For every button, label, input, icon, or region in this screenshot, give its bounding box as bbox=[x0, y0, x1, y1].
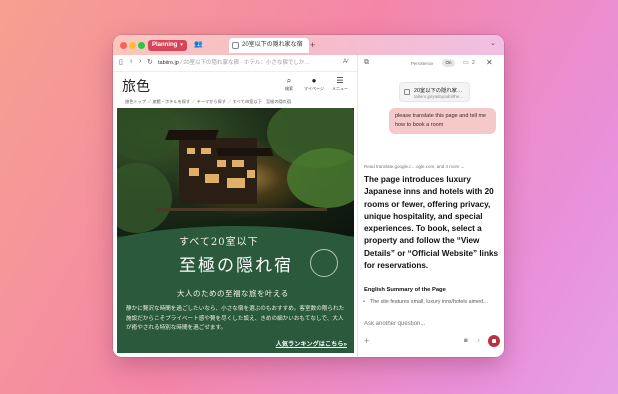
ranking-link[interactable]: 人気ランキングはこちら» bbox=[276, 339, 347, 348]
browser-window: Planning ▾ 👥 20室以下の隠れ家な宿 + ⌄ ▯ ‹ › ↻ tabi… bbox=[113, 35, 504, 357]
chevron-down-icon: ▾ bbox=[180, 42, 183, 48]
forward-arrow-icon[interactable]: › bbox=[139, 58, 141, 65]
page-icon bbox=[404, 89, 410, 95]
hero-body: 静かに贅沢な時間を過ごしたいなら、小さな宿を選ぶのもおすすめ。客室数の限られた施… bbox=[126, 306, 345, 331]
search-button[interactable]: ⌕ 検索 bbox=[279, 76, 299, 92]
new-tab-button[interactable]: + bbox=[310, 38, 315, 53]
mypage-label: マイページ bbox=[304, 86, 324, 91]
ask-input[interactable] bbox=[364, 321, 498, 327]
users-icon[interactable]: 👥 bbox=[194, 40, 204, 50]
persistence-label: Persistence bbox=[411, 61, 434, 66]
address-bar[interactable]: tabiiro.jp / 20室以下の隠れ家な宿 · ホテル：小さな宿でしか… bbox=[158, 58, 343, 69]
close-icon[interactable]: ✕ bbox=[486, 58, 493, 67]
translate-icon[interactable]: A⁄ bbox=[343, 59, 348, 65]
context-page-card[interactable]: 20室以下の隠れ家… tabiiro.jp/yadoyado/the… bbox=[399, 82, 470, 102]
tab-count: 2 bbox=[472, 60, 475, 66]
hero-lead: 大人のための至福な旅を叶える bbox=[177, 289, 289, 298]
back-arrow-icon[interactable]: ‹ bbox=[130, 58, 132, 65]
zoom-window-button[interactable] bbox=[138, 42, 145, 49]
user-message: please translate this page and tell me h… bbox=[389, 108, 496, 134]
hero-banner: すべて20室以下 至極の隠れ宿 大人のための至福な旅を叶える 静かに贅沢な時間を… bbox=[117, 108, 354, 353]
tab-overview-chevron-icon[interactable]: ⌄ bbox=[490, 39, 496, 47]
site-logo[interactable]: 旅色 bbox=[122, 76, 150, 96]
close-window-button[interactable] bbox=[120, 42, 127, 49]
moon-icon bbox=[310, 249, 338, 277]
hero-title: 至極の隠れ宿 bbox=[179, 256, 293, 276]
space-selector[interactable]: Planning ▾ bbox=[148, 40, 187, 51]
context-url: tabiiro.jp/yadoyado/the… bbox=[414, 94, 464, 99]
tabs-icon[interactable]: ▭ bbox=[463, 59, 469, 66]
search-label: 検索 bbox=[285, 86, 293, 91]
hamburger-icon: ☰ bbox=[336, 76, 344, 85]
breadcrumb[interactable]: 旅色トップ ／ 旅館・ホテルを探す ／ テーマから探す ／ すべて20室以下 至… bbox=[125, 99, 291, 105]
tab-title: 20室以下の隠れ家な宿 bbox=[242, 42, 303, 48]
minimize-window-button[interactable] bbox=[129, 42, 136, 49]
favicon-icon bbox=[232, 42, 239, 49]
panel-header: ⧉ Persistence On ▭ 2 ✕ bbox=[358, 55, 504, 72]
space-label: Planning bbox=[152, 42, 178, 48]
mypage-button[interactable]: ● マイページ bbox=[304, 76, 324, 92]
context-title: 20室以下の隠れ家… bbox=[414, 88, 463, 94]
persistence-toggle[interactable]: On bbox=[442, 59, 455, 67]
hero-subtitle: すべて20室以下 bbox=[179, 237, 259, 248]
browser-toolbar: ▯ ‹ › ↻ tabiiro.jp / 20室以下の隠れ家な宿 · ホテル：小… bbox=[113, 55, 357, 72]
reload-icon[interactable]: ↻ bbox=[147, 58, 153, 66]
hero-photo bbox=[117, 108, 354, 236]
menu-button[interactable]: ☰ メニュー bbox=[330, 76, 350, 92]
web-page: 旅色 ⌕ 検索 ● マイページ ☰ メニュー 旅色トップ ／ 旅館・ホテルを探す… bbox=[113, 72, 357, 357]
search-icon: ⌕ bbox=[286, 76, 292, 85]
title-bar: Planning ▾ 👥 20室以下の隠れ家な宿 + ⌄ bbox=[113, 35, 504, 55]
url-path: / 20室以下の隠れ家な宿 · ホテル：小さな宿でしか… bbox=[180, 60, 310, 66]
open-in-window-icon[interactable]: ⧉ bbox=[364, 59, 369, 67]
url-host: tabiiro.jp bbox=[158, 60, 179, 66]
sidebar-toggle-icon[interactable]: ▯ bbox=[119, 58, 123, 66]
user-icon: ● bbox=[311, 76, 317, 85]
assistant-panel: ⧉ Persistence On ▭ 2 ✕ 20室以下の隠れ家… tabiir… bbox=[358, 55, 504, 357]
tab-active[interactable]: 20室以下の隠れ家な宿 bbox=[229, 38, 309, 53]
menu-label: メニュー bbox=[332, 86, 348, 91]
